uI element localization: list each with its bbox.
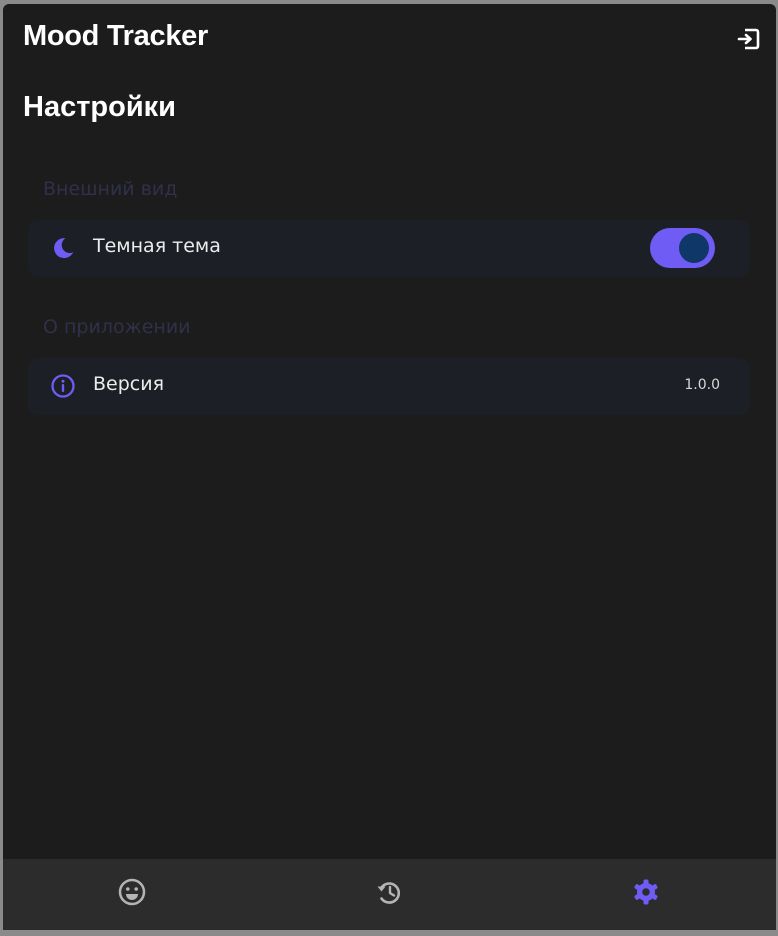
dark-theme-toggle[interactable]	[650, 228, 715, 268]
app-title: Mood Tracker	[23, 20, 208, 52]
gear-icon	[634, 879, 658, 905]
version-setting: Версия 1.0.0	[28, 358, 750, 415]
app-window: Mood Tracker Настройки Внешний вид Темна…	[3, 4, 776, 930]
nav-item-settings[interactable]	[631, 877, 661, 907]
section-header-about: О приложении	[43, 316, 191, 338]
app-bar: Mood Tracker	[3, 4, 776, 74]
nav-item-mood[interactable]	[117, 877, 147, 907]
dark-theme-setting[interactable]: Темная тема	[28, 220, 750, 277]
nav-item-history[interactable]	[374, 877, 404, 907]
history-icon	[377, 882, 401, 904]
bottom-navigation	[3, 859, 776, 930]
smiley-icon	[118, 878, 146, 906]
dark-theme-label: Темная тема	[93, 235, 221, 257]
version-value: 1.0.0	[684, 377, 720, 393]
logout-icon	[737, 28, 760, 50]
logout-button[interactable]	[735, 25, 763, 53]
section-header-appearance: Внешний вид	[43, 178, 178, 200]
info-icon	[51, 374, 75, 398]
toggle-knob	[679, 233, 709, 263]
moon-icon	[54, 238, 74, 259]
version-label: Версия	[93, 373, 165, 395]
page-title: Настройки	[23, 91, 177, 123]
